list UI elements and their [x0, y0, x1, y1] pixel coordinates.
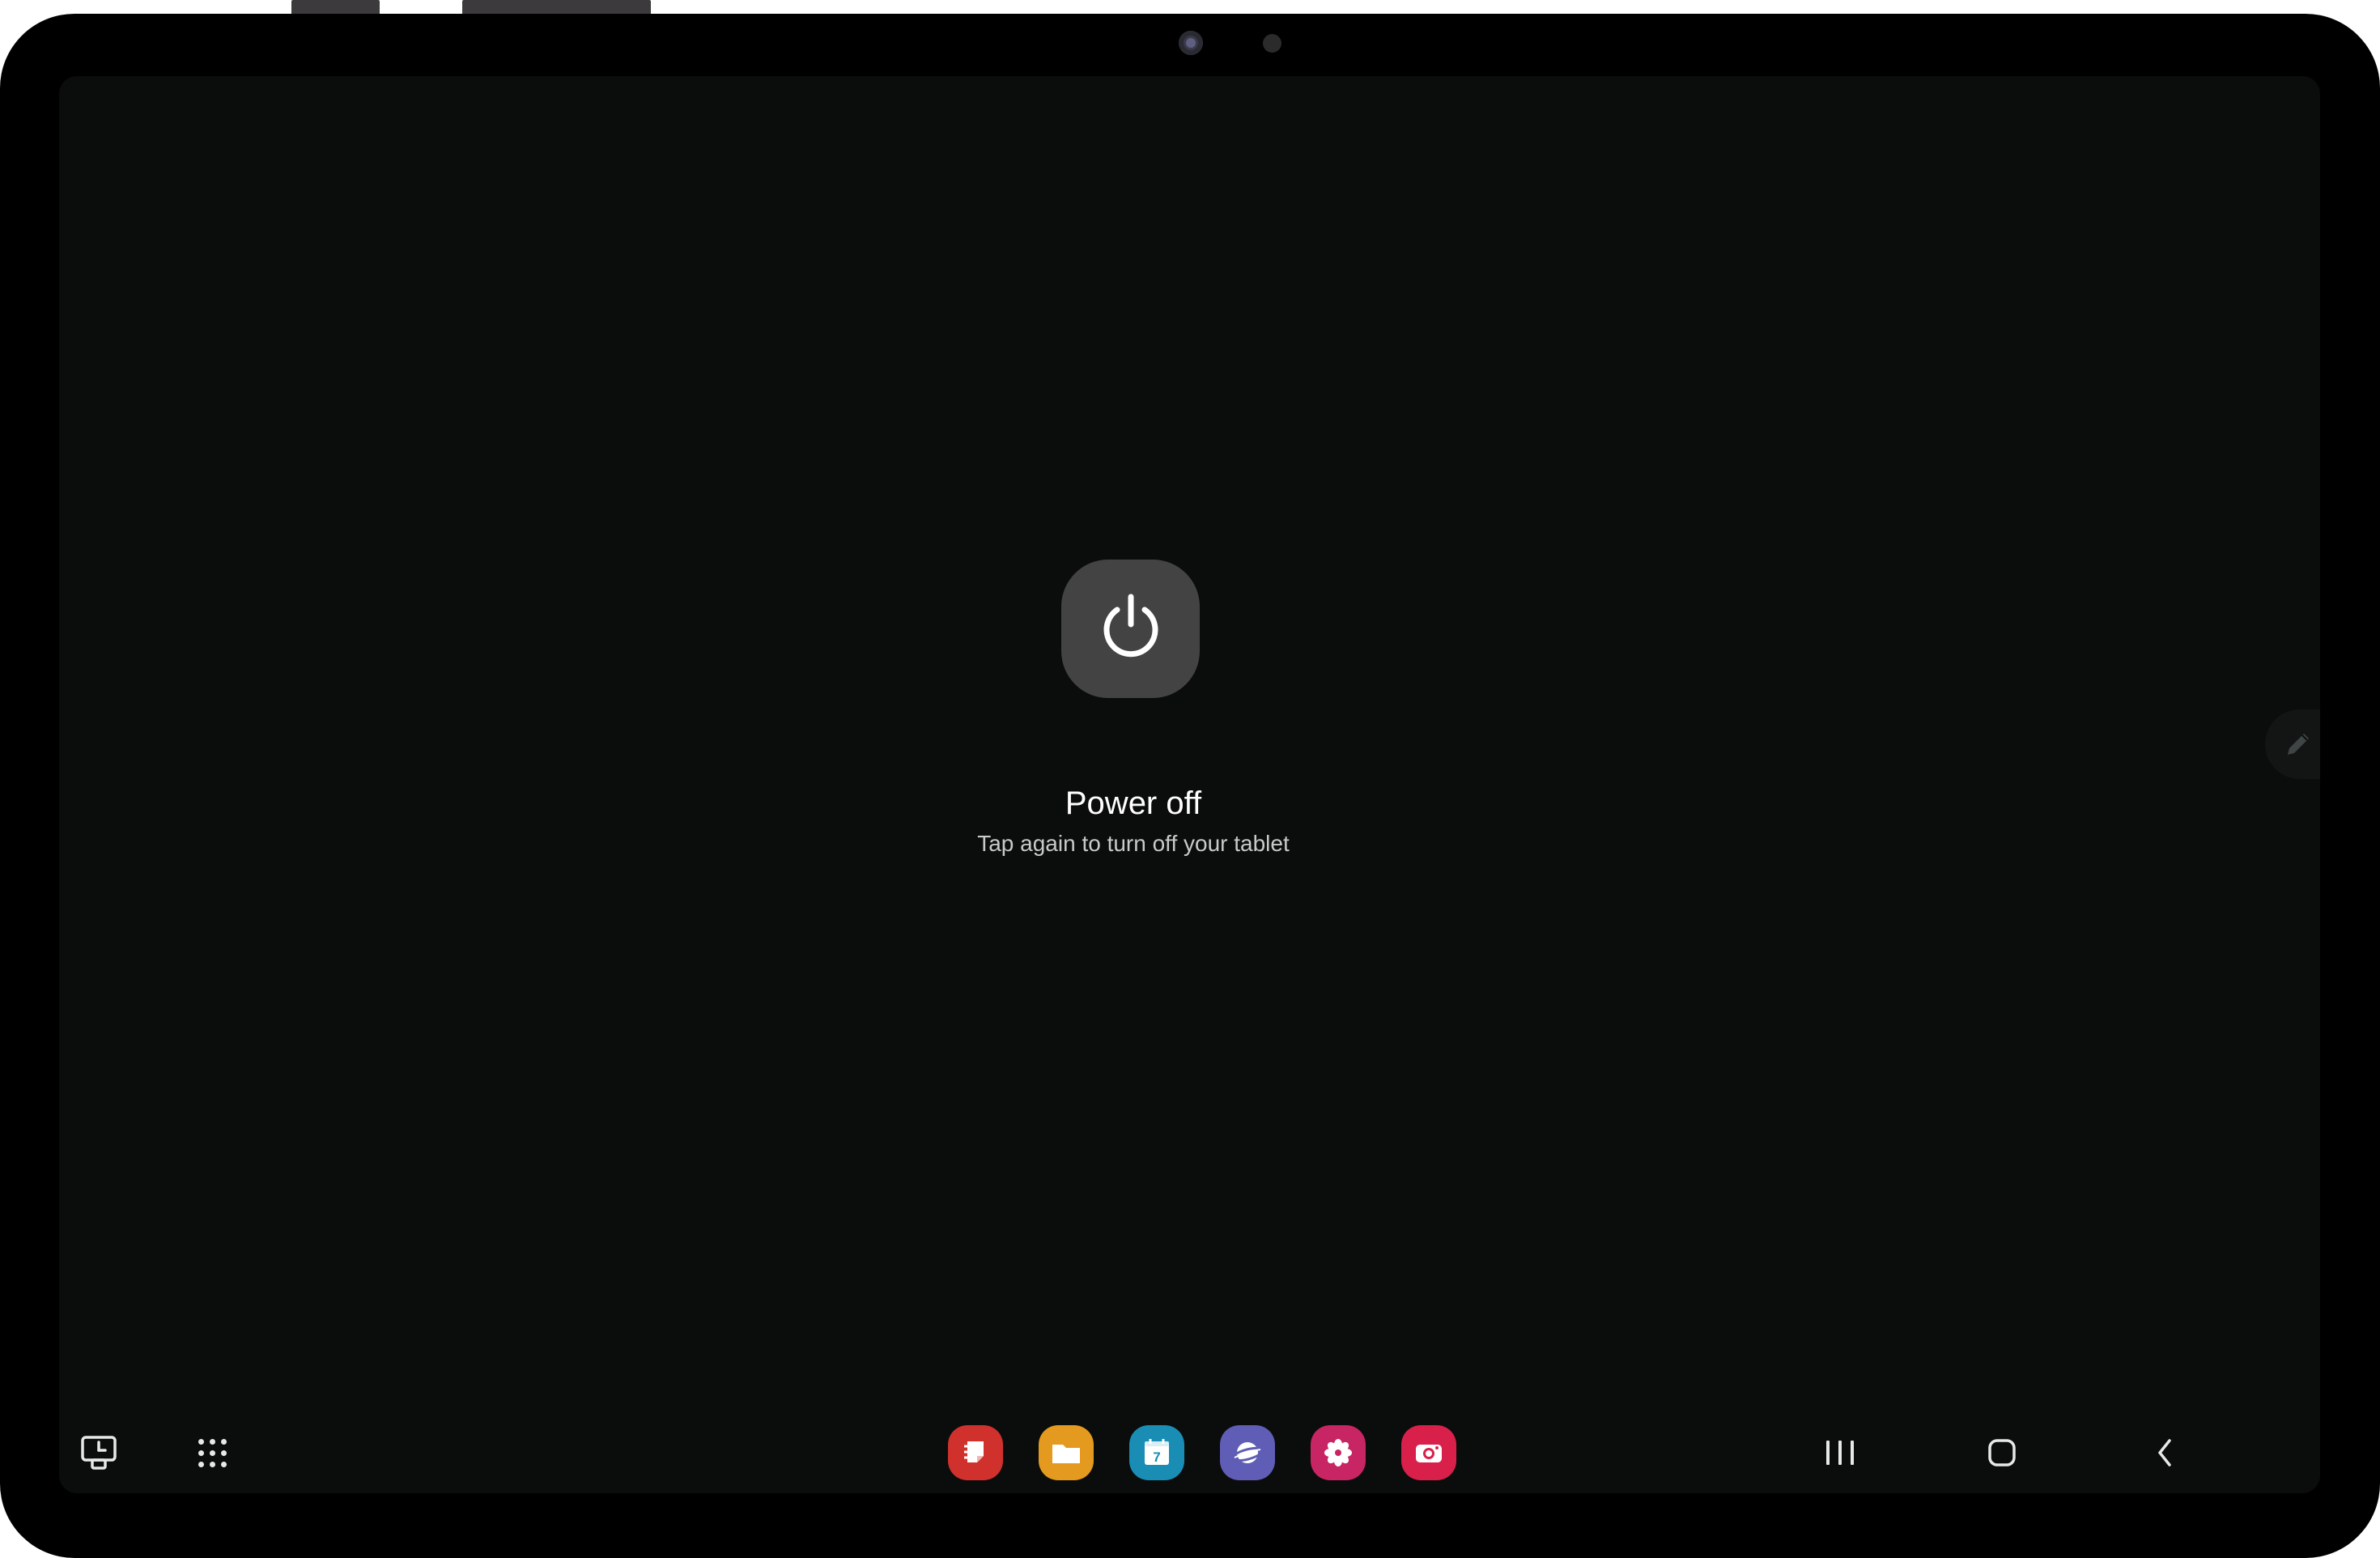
calendar-date: 7: [1153, 1449, 1160, 1465]
grid-dots-icon: [198, 1438, 227, 1467]
back-button[interactable]: [2139, 1430, 2192, 1475]
recents-icon: [1826, 1441, 1854, 1465]
power-off-subtitle: Tap again to turn off your tablet: [977, 831, 1290, 856]
calendar-icon: 7: [1145, 1439, 1169, 1465]
folder-icon: [1052, 1445, 1080, 1463]
planet-icon: [1231, 1442, 1264, 1463]
front-camera-lens: [1179, 31, 1203, 55]
front-sensor: [1263, 34, 1281, 53]
app-gallery[interactable]: [1311, 1425, 1366, 1480]
power-off-title: Power off: [1065, 785, 1202, 821]
app-camera[interactable]: [1401, 1425, 1456, 1480]
notes-icon: [964, 1441, 984, 1462]
screen-history-icon: [81, 1436, 117, 1470]
app-calendar[interactable]: 7: [1129, 1425, 1184, 1480]
app-samsung-internet[interactable]: [1220, 1425, 1275, 1480]
home-button[interactable]: [1975, 1430, 2029, 1475]
power-off-button[interactable]: [1061, 560, 1200, 698]
app-my-files[interactable]: [1039, 1425, 1094, 1480]
power-icon: [1103, 594, 1158, 657]
app-drawer-button[interactable]: [188, 1430, 236, 1475]
home-icon: [1988, 1439, 2016, 1466]
pencil-icon: [2288, 734, 2309, 755]
screen-history-button[interactable]: [74, 1430, 123, 1475]
app-samsung-notes[interactable]: [948, 1425, 1003, 1480]
camera-icon: [1416, 1445, 1442, 1462]
back-chevron-icon: [2158, 1439, 2171, 1466]
flower-icon: [1324, 1439, 1352, 1466]
recents-button[interactable]: [1813, 1430, 1867, 1475]
